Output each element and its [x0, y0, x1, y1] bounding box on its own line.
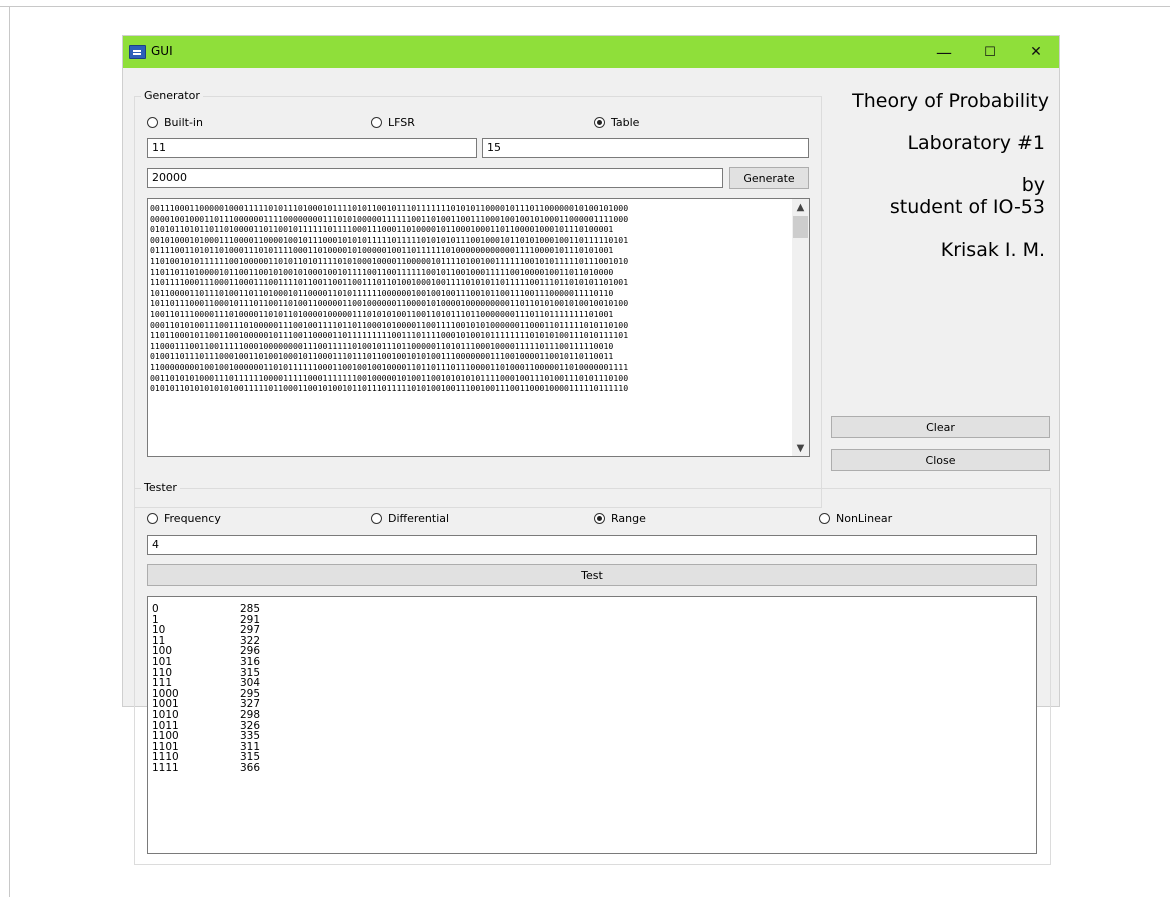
- test-button[interactable]: Test: [147, 564, 1037, 586]
- result-key: 1111: [152, 761, 179, 774]
- result-key: 1: [152, 613, 159, 626]
- output-line: 1100011100110011111000100000000111001111…: [150, 340, 614, 351]
- param1-input[interactable]: 11: [147, 138, 477, 158]
- output-line: 1101100010110011001000001011100110000110…: [150, 330, 629, 341]
- background-window-edge: [0, 0, 1170, 7]
- output-line: 0011010101000111011111100001111100011111…: [150, 372, 629, 383]
- radio-built-in-label: Built-in: [164, 116, 203, 129]
- credits-student: student of IO-53: [889, 196, 1045, 218]
- output-line: 1101111000111000110001110011110110011001…: [150, 277, 629, 288]
- radio-frequency-label: Frequency: [164, 512, 221, 525]
- radio-frequency-indicator: [147, 513, 158, 524]
- app-window: GUI — ☐ ✕ Generator Built-in LFSR Table …: [123, 36, 1059, 865]
- radio-lfsr-indicator: [371, 117, 382, 128]
- generator-group: Generator Built-in LFSR Table 11 15 2000…: [134, 89, 822, 508]
- radio-differential[interactable]: Differential: [371, 512, 449, 525]
- radio-range[interactable]: Range: [594, 512, 646, 525]
- output-line: 0111100110101101000111010111100011010000…: [150, 245, 614, 256]
- param2-input[interactable]: 15: [482, 138, 809, 158]
- output-line: 1101001010111111001000001101011010111101…: [150, 255, 629, 266]
- radio-table[interactable]: Table: [594, 116, 639, 129]
- radio-lfsr[interactable]: LFSR: [371, 116, 415, 129]
- scroll-down-arrow-icon[interactable]: ▼: [792, 440, 809, 456]
- radio-nonlinear[interactable]: NonLinear: [819, 512, 892, 525]
- radio-differential-indicator: [371, 513, 382, 524]
- result-row: 1111 366: [152, 763, 260, 774]
- output-line: 0001101010011100111010000011100100111101…: [150, 319, 629, 330]
- result-key: 10: [152, 624, 166, 637]
- close-button[interactable]: Close: [831, 449, 1050, 471]
- maximize-button[interactable]: ☐: [967, 36, 1013, 68]
- output-line: 1101101101000010110011001010010100010010…: [150, 266, 614, 277]
- tester-results-list: 0 285 1 291 10 297 11 322 100 296 101 316 110 315 111 3…: [152, 604, 260, 774]
- close-window-button[interactable]: ✕: [1013, 36, 1059, 68]
- credits-lab: Laboratory #1: [907, 132, 1045, 154]
- generate-button[interactable]: Generate: [729, 167, 809, 189]
- tester-group: Tester Frequency Differential Range NonL…: [134, 481, 1051, 865]
- output-line: 1100000000100100100000011010111111000110…: [150, 361, 629, 372]
- window-title: GUI: [151, 44, 173, 58]
- radio-nonlinear-label: NonLinear: [836, 512, 893, 525]
- result-row: 0 285: [152, 604, 260, 615]
- result-value: 316: [240, 655, 261, 668]
- generator-output-text: 0011100011000001000111110101110100010111…: [150, 203, 795, 394]
- result-key: 0: [152, 603, 159, 615]
- result-row: 1010 298: [152, 710, 260, 721]
- output-line: 1011011100011000101110110011010011000001…: [150, 298, 629, 309]
- output-line: 0000100100011011100000011110000000011101…: [150, 213, 629, 224]
- scroll-thumb[interactable]: [793, 216, 808, 238]
- radio-range-indicator: [594, 513, 605, 524]
- radio-table-label: Table: [611, 116, 640, 129]
- generator-legend: Generator: [141, 89, 203, 102]
- background-window-border: [9, 6, 10, 897]
- radio-built-in-indicator: [147, 117, 158, 128]
- clear-button[interactable]: Clear: [831, 416, 1050, 438]
- result-key: 1010: [152, 708, 179, 721]
- result-value: 298: [240, 708, 261, 721]
- scroll-up-arrow-icon[interactable]: ▲: [792, 199, 809, 215]
- radio-table-indicator: [594, 117, 605, 128]
- generator-output[interactable]: 0011100011000001000111110101110100010111…: [147, 198, 810, 457]
- radio-frequency[interactable]: Frequency: [147, 512, 221, 525]
- radio-built-in[interactable]: Built-in: [147, 116, 203, 129]
- output-line: 0101011010101010100111110110001100101001…: [150, 383, 629, 394]
- credits-name: Krisak I. M.: [940, 239, 1045, 261]
- title-bar[interactable]: GUI — ☐ ✕: [123, 36, 1059, 68]
- output-line: 1001101110000111010000110101101000010000…: [150, 308, 614, 319]
- result-row: 101 316: [152, 657, 260, 668]
- result-value: 285: [240, 603, 261, 615]
- credits-by: by: [1021, 174, 1045, 196]
- minimize-button[interactable]: —: [921, 36, 967, 68]
- radio-differential-label: Differential: [388, 512, 450, 525]
- output-line: 0101011010110110100001101100101111110111…: [150, 224, 614, 235]
- output-line: 1011000011011101001101101000101100001101…: [150, 287, 614, 298]
- radio-range-label: Range: [611, 512, 646, 525]
- result-value: 366: [240, 761, 261, 774]
- generator-output-scrollbar[interactable]: ▲ ▼: [792, 199, 809, 456]
- count-input[interactable]: 20000: [147, 168, 723, 188]
- credits-course: Theory of Probability: [852, 90, 1049, 112]
- tester-input[interactable]: 4: [147, 535, 1037, 555]
- app-icon: [129, 45, 146, 59]
- result-key: 101: [152, 655, 173, 668]
- tester-legend: Tester: [141, 481, 180, 494]
- radio-lfsr-label: LFSR: [388, 116, 415, 129]
- output-line: 0100110111011100010011010010001011000111…: [150, 351, 614, 362]
- output-line: 0010100010100011100001100001001011100010…: [150, 234, 629, 245]
- tester-results[interactable]: 0 285 1 291 10 297 11 322 100 296 101 316 110 315 111 3…: [147, 596, 1037, 854]
- radio-nonlinear-indicator: [819, 513, 830, 524]
- output-line: 0011100011000001000111110101110100010111…: [150, 203, 629, 213]
